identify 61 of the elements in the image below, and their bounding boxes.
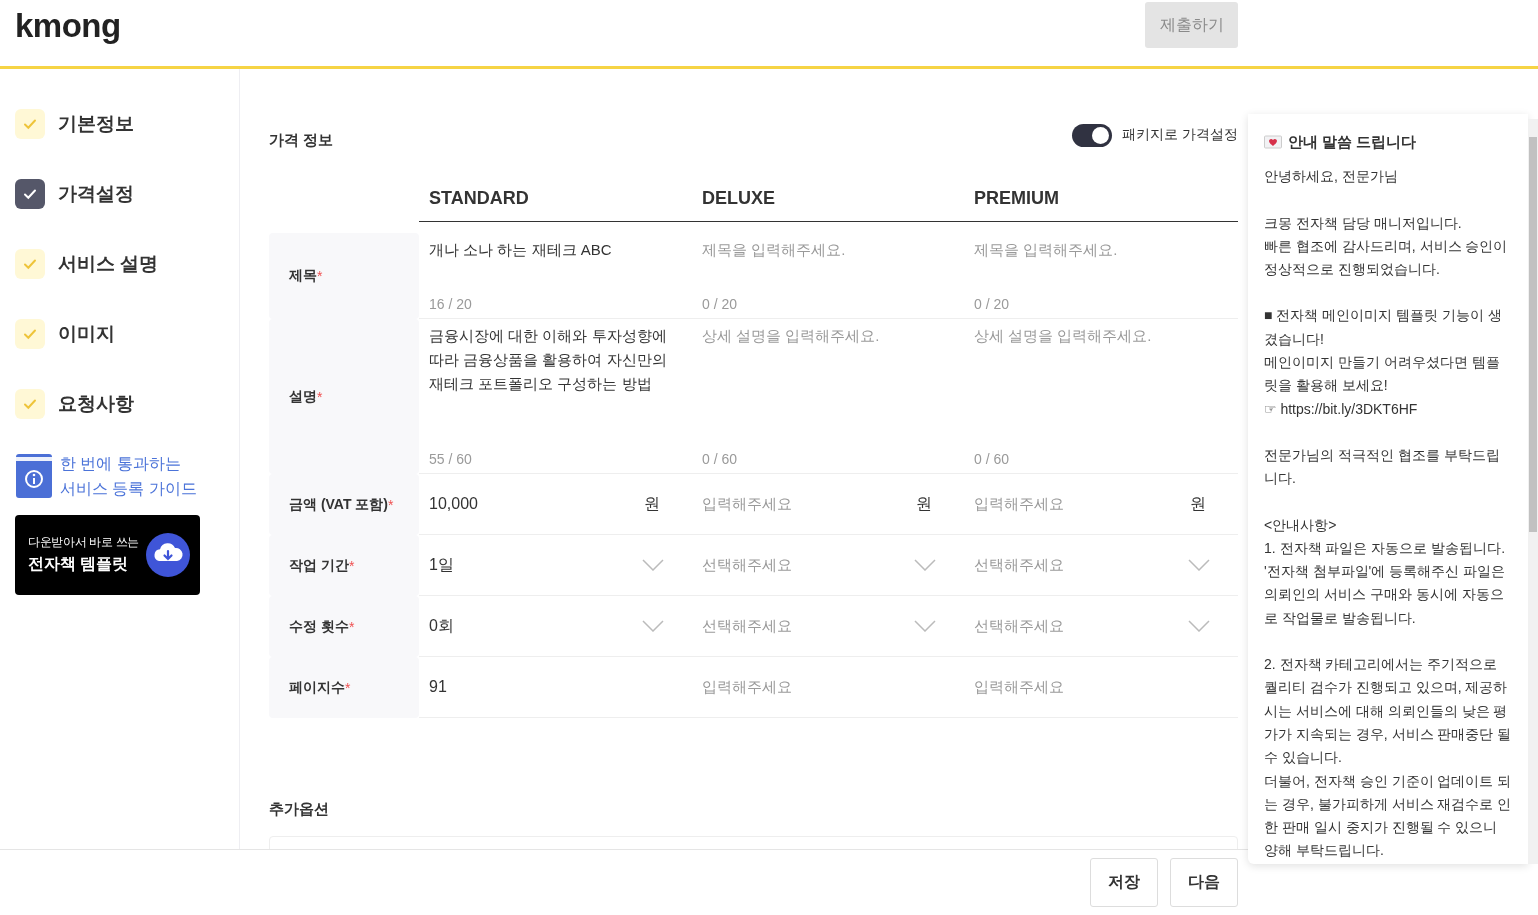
section-title: 가격 정보 [269,130,334,150]
row-label: 제목* [269,233,419,319]
notice-text: 빠른 협조에 감사드리며, 서비스 승인이 정상적으로 진행되었습니다. [1264,236,1509,280]
notice-text: 안녕하세요, 전문가님 [1264,167,1399,187]
character-counter: 0 / 60 [702,451,739,467]
section-title: 추가옵션 [269,800,330,819]
notice-text: ☞ https://bit.ly/3DKT6HF [1264,399,1419,419]
chevron-down-icon[interactable] [1188,620,1210,632]
column-header: PREMIUM [964,175,1238,222]
chevron-down-icon[interactable] [642,620,664,632]
toggle-label: 패키지로 가격설정 [1122,126,1238,144]
step-item[interactable]: 가격설정 [0,159,239,229]
chevron-down-icon[interactable] [914,620,936,632]
input-field[interactable]: 10,000 [429,495,644,513]
character-counter: 0 / 20 [702,296,739,312]
template-banner[interactable]: 다운받아서 바로 쓰는 전자책 템플릿 [15,515,200,595]
chevron-down-icon[interactable] [914,559,936,571]
notice-text: 전문가님의 적극적인 협조를 부탁드립니다. [1264,445,1501,489]
book-icon [15,453,53,499]
input-field[interactable]: 금융시장에 대한 이해와 투자성향에 따라 금융상품을 활용하여 자신만의 재테크 포트폴리오 구성하는 방법 [429,324,682,396]
footer-button[interactable]: 저장 [1090,858,1158,907]
notice-text: 더불어, 전자책 승인 기준이 업데이트 되는 경우, 불가피하게 서비스 재검수로 인한 판매 일시 중지가 진행될 수 있으니 양해 부탁드립니다. [1264,771,1512,861]
notice-text: 1. 전자책 파일은 자동으로 발송됩니다. [1264,538,1507,558]
character-counter: 16 / 20 [429,296,473,312]
notice-text: '전자책 첨부파일'에 등록해주신 파일은 의뢰인의 서비스 구매와 동시에 자동으로 작업물로 발송됩니다. [1264,562,1506,628]
chevron-down-icon[interactable] [642,559,664,571]
input-field[interactable]: 개나 소나 하는 재테크 ABC [429,238,682,262]
notice-text: <안내사항> [1264,515,1338,535]
character-counter: 55 / 60 [429,451,473,467]
step-item[interactable]: 이미지 [0,299,239,369]
footer-button[interactable]: 다음 [1170,858,1238,907]
step-item[interactable]: 기본정보 [0,89,239,159]
column-header: STANDARD [419,175,692,222]
row-label: 페이지수* [269,657,419,718]
column-header: DELUXE [692,175,964,222]
step-item[interactable]: 요청사항 [0,369,239,439]
row-label: 금액 (VAT 포함)* [269,474,419,535]
notice-text: 메인이미지 만들기 어려우셨다면 템플릿을 활용해 보세요! [1264,353,1501,396]
package-toggle[interactable] [1072,123,1113,147]
notice-title: 안내 말씀 드립니다 [1288,132,1417,152]
currency-unit: 원 [1190,493,1206,514]
character-counter: 0 / 20 [974,296,1011,312]
scrollbar[interactable] [1528,119,1538,864]
step-item[interactable]: 서비스 설명 [0,229,239,299]
chevron-down-icon[interactable] [1188,559,1210,571]
notice-text: 크몽 전자책 담당 매니저입니다. [1264,213,1463,233]
row-label: 작업 기간* [269,535,419,596]
currency-unit: 원 [916,493,932,514]
kmong-logo[interactable]: kmong [15,7,121,45]
currency-unit: 원 [644,493,660,514]
row-label: 수정 횟수* [269,596,419,657]
cloud-download-icon [146,533,190,577]
input-field[interactable]: 91 [429,678,682,696]
love-letter-icon [1264,134,1282,149]
select-field[interactable]: 0회 [429,615,642,637]
notice-text: ■ 전자책 메인이미지 템플릿 기능이 생겼습니다! [1264,306,1503,349]
guide-link[interactable]: 한 번에 통과하는 서비스 등록 가이드 [15,451,239,501]
character-counter: 0 / 60 [974,451,1011,467]
row-label: 설명* [269,319,419,474]
select-field[interactable]: 1일 [429,554,642,576]
notice-text: 2. 전자책 카테고리에서는 주기적으로 퀄리티 검수가 진행되고 있으며, 제공하시는 서비스에 대해 의뢰인들의 낮은 평가가 지속되는 경우, 서비스 판매중단 될 수 있습니다. [1264,655,1512,768]
